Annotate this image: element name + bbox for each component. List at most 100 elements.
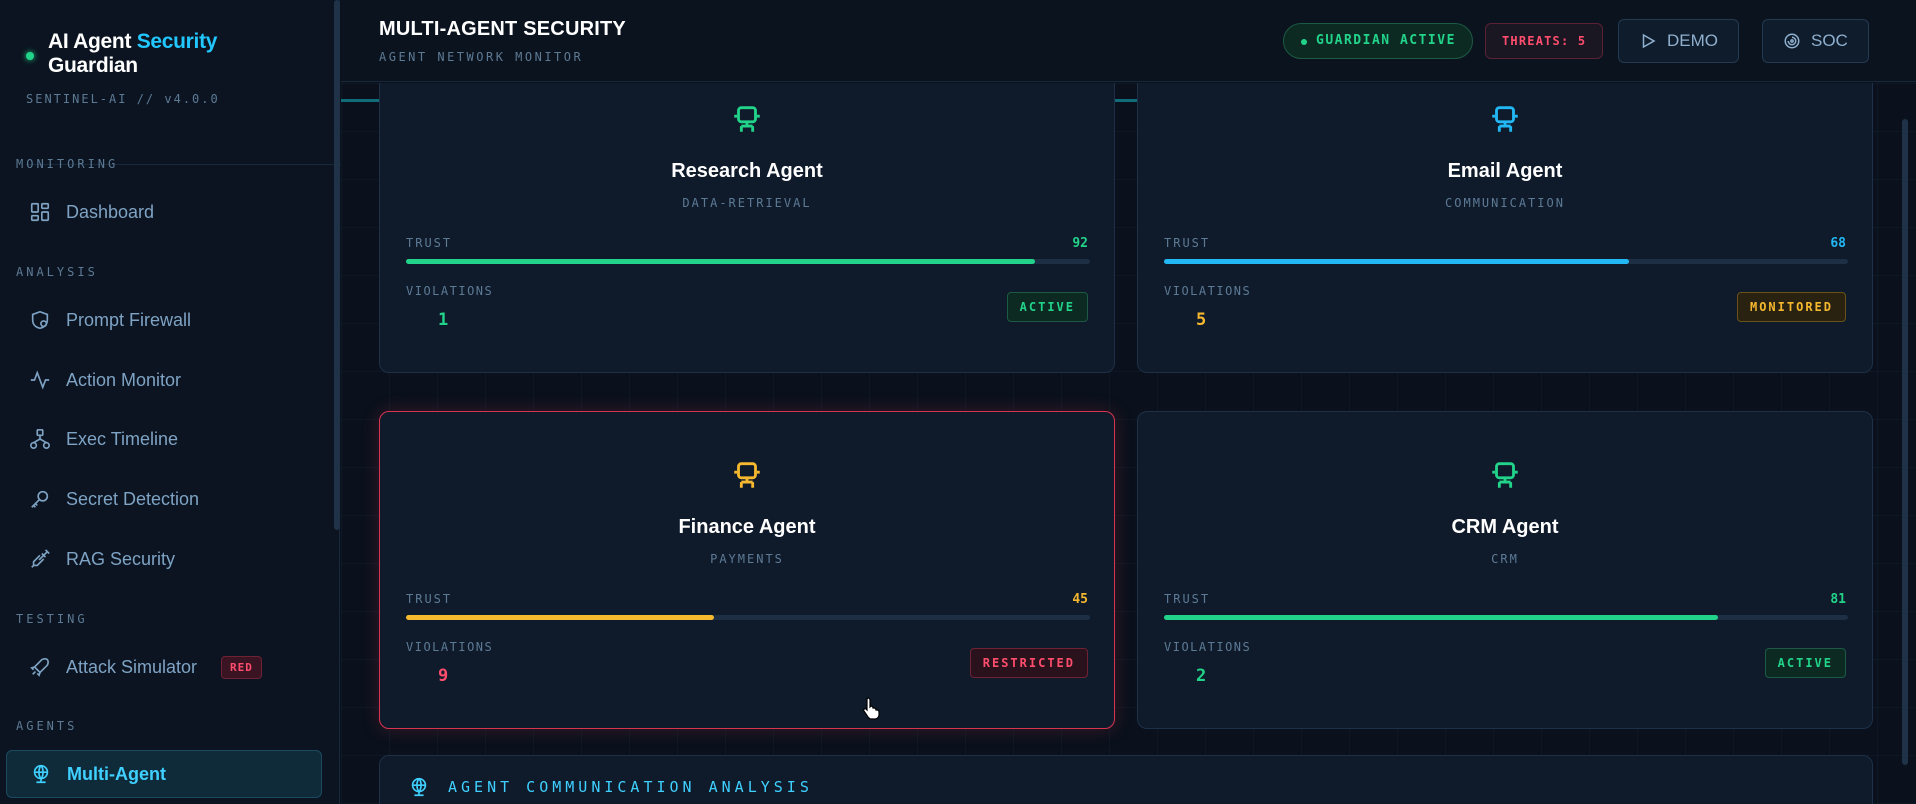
violations-label: VIOLATIONS (1164, 640, 1252, 654)
agent-card-research[interactable]: Research Agent DATA-RETRIEVAL TRUST 92 V… (379, 83, 1115, 373)
section-label-testing: TESTING (16, 612, 88, 626)
brand-version: SENTINEL-AI // v4.0.0 (26, 92, 220, 106)
divider (341, 99, 379, 102)
trust-bar (1164, 259, 1848, 264)
section-label-monitoring: MONITORING (16, 157, 119, 171)
trust-bar (406, 615, 1090, 620)
threat-count-badge: THREATS: 5 (1485, 23, 1604, 59)
status-badge: RESTRICTED (969, 648, 1088, 678)
robot-icon (734, 462, 760, 488)
radar-icon (1784, 33, 1800, 49)
demo-label: DEMO (1667, 31, 1718, 50)
soc-button[interactable]: SOC (1762, 19, 1869, 63)
red-team-badge: RED (221, 655, 262, 679)
sidebar-item-label: Dashboard (66, 201, 155, 222)
agent-name: Research Agent (671, 160, 823, 182)
trust-bar-fill (1164, 259, 1630, 264)
trust-bar-fill (1164, 615, 1719, 620)
main-content[interactable]: Research Agent DATA-RETRIEVAL TRUST 92 V… (341, 83, 1916, 804)
hand-cursor-icon (863, 697, 880, 720)
sidebar-item-label: Exec Timeline (66, 428, 179, 449)
agent-communication-panel[interactable]: AGENT COMMUNICATION ANALYSIS (379, 755, 1873, 804)
trust-value: 68 (1830, 236, 1846, 251)
threat-count: 5 (1577, 34, 1587, 48)
trust-value: 92 (1072, 236, 1088, 251)
trust-bar-fill (406, 259, 1036, 264)
page-subtitle: AGENT NETWORK MONITOR (379, 50, 584, 64)
app-root: AI Agent Security Guardian SENTINEL-AI /… (0, 0, 1916, 804)
threat-label: THREATS: (1502, 34, 1570, 48)
agent-card-email[interactable]: Email Agent COMMUNICATION TRUST 68 VIOLA… (1137, 83, 1873, 373)
trust-label: TRUST (1164, 236, 1211, 250)
panel-title: AGENT COMMUNICATION ANALYSIS (448, 778, 813, 796)
activity-icon (28, 368, 52, 392)
violations-count: 9 (438, 666, 449, 686)
agent-card-finance[interactable]: Finance Agent PAYMENTS TRUST 45 VIOLATIO… (379, 411, 1115, 729)
demo-button[interactable]: DEMO (1618, 19, 1739, 63)
agent-name: CRM Agent (1451, 516, 1559, 538)
sidebar-item-multi-agent[interactable]: Multi-Agent (6, 750, 322, 798)
violations-label: VIOLATIONS (406, 640, 494, 654)
agent-role: PAYMENTS (710, 552, 784, 566)
sidebar-item-secret-detection[interactable]: Secret Detection (6, 475, 322, 523)
violations-count: 1 (438, 310, 449, 330)
page-title: MULTI-AGENT SECURITY (379, 18, 626, 40)
rocket-icon (28, 655, 52, 679)
dashboard-icon (28, 200, 52, 224)
trust-label: TRUST (406, 592, 453, 606)
sidebar-item-attack-simulator[interactable]: Attack Simulator RED (6, 643, 322, 691)
sidebar-item-label: Secret Detection (66, 488, 200, 509)
main-scrollbar[interactable] (1902, 119, 1908, 765)
guardian-status-badge: GUARDIAN ACTIVE (1283, 23, 1473, 59)
globe-icon (411, 777, 427, 797)
trust-value: 45 (1072, 592, 1088, 607)
agent-role: CRM (1491, 552, 1519, 566)
brand-title-accent: Security (136, 30, 218, 53)
sidebar-item-action-monitor[interactable]: Action Monitor (6, 356, 322, 404)
violations-count: 2 (1196, 666, 1207, 686)
shield-icon (28, 308, 52, 332)
sidebar-item-label: Multi-Agent (67, 763, 166, 784)
status-badge: ACTIVE (1006, 292, 1088, 322)
agent-name: Finance Agent (678, 516, 816, 538)
robot-icon (1492, 462, 1518, 488)
sidebar-item-label: Prompt Firewall (66, 309, 192, 330)
network-icon (28, 427, 52, 451)
agent-role: DATA-RETRIEVAL (682, 196, 812, 210)
brand-title-main: AI Agent (48, 30, 137, 53)
sidebar-item-prompt-firewall[interactable]: Prompt Firewall (6, 296, 322, 344)
brand-title-end: Guardian (48, 54, 138, 77)
violations-count: 5 (1196, 310, 1207, 330)
syringe-icon (28, 547, 52, 571)
sidebar-item-dashboard[interactable]: Dashboard (6, 188, 322, 236)
sidebar-item-label: Action Monitor (66, 369, 182, 390)
soc-label: SOC (1811, 31, 1848, 50)
section-label-analysis: ANALYSIS (16, 265, 98, 279)
brand-title: AI Agent Security Guardian (48, 30, 318, 78)
violations-label: VIOLATIONS (1164, 284, 1252, 298)
robot-icon (1492, 106, 1518, 132)
status-dot (26, 52, 34, 60)
key-icon (28, 487, 52, 511)
agent-card-crm[interactable]: CRM Agent CRM TRUST 81 VIOLATIONS 2 ACTI… (1137, 411, 1873, 729)
status-badge: MONITORED (1736, 292, 1846, 322)
agent-role: COMMUNICATION (1445, 196, 1565, 210)
trust-value: 81 (1830, 592, 1846, 607)
play-icon (1642, 33, 1656, 49)
robot-icon (734, 106, 760, 132)
sidebar-item-exec-timeline[interactable]: Exec Timeline (6, 415, 322, 463)
header: MULTI-AGENT SECURITY AGENT NETWORK MONIT… (341, 0, 1916, 82)
sidebar-item-rag-security[interactable]: RAG Security (6, 535, 322, 583)
divider (1113, 99, 1137, 102)
sidebar: AI Agent Security Guardian SENTINEL-AI /… (0, 0, 360, 804)
section-label-agents: AGENTS (16, 719, 78, 733)
sidebar-item-label: Attack Simulator (66, 656, 198, 677)
sidebar-scrollbar[interactable] (334, 0, 340, 530)
trust-bar-fill (406, 615, 714, 620)
trust-label: TRUST (406, 236, 453, 250)
trust-bar (1164, 615, 1848, 620)
trust-label: TRUST (1164, 592, 1211, 606)
status-badge: ACTIVE (1764, 648, 1846, 678)
trust-bar (406, 259, 1090, 264)
globe-icon (29, 762, 53, 786)
